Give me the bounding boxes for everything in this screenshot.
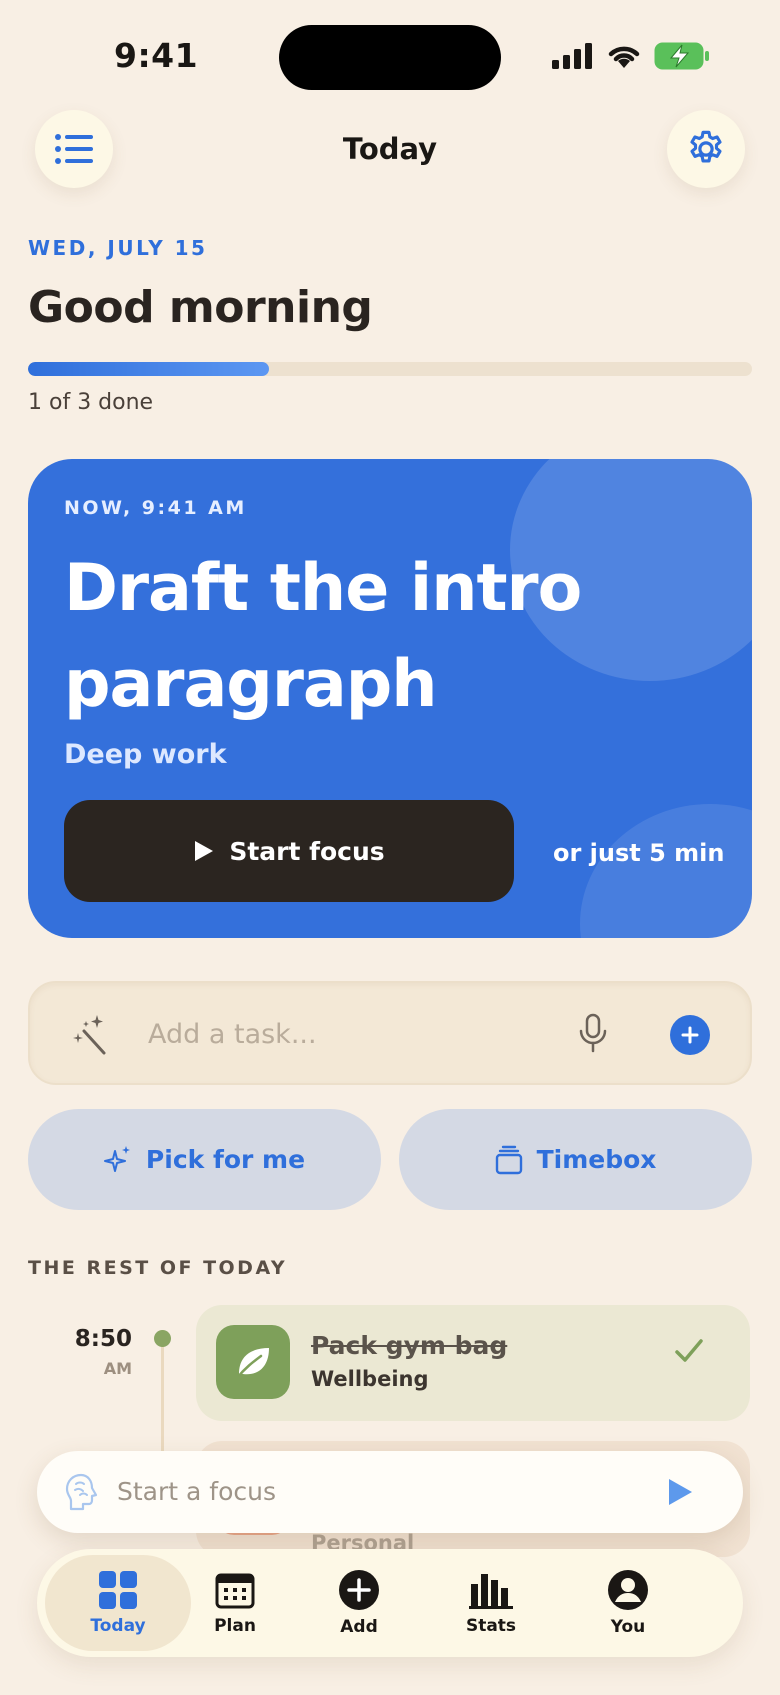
section-heading: THE REST OF TODAY: [28, 1257, 288, 1279]
battery-charging-icon: [654, 42, 709, 70]
bar-chart-icon: [469, 1574, 513, 1609]
start-focus-bar[interactable]: Start a focus: [37, 1451, 743, 1533]
tab-label: You: [610, 1617, 646, 1637]
current-task-category: Deep work: [64, 739, 227, 770]
pick-for-me-button[interactable]: Pick for me: [28, 1109, 381, 1210]
task-name: Pack gym bag: [311, 1331, 508, 1360]
brain-icon: [65, 1473, 98, 1511]
tab-label: Stats: [465, 1616, 517, 1636]
decorative-circle: [580, 804, 752, 938]
tab-stats[interactable]: Stats: [424, 1555, 558, 1651]
plus-icon: [681, 1026, 699, 1044]
task-ampm: AM: [103, 1359, 132, 1378]
tab-add[interactable]: Add: [292, 1555, 426, 1651]
play-icon: [195, 841, 214, 861]
tab-you[interactable]: You: [561, 1555, 695, 1651]
play-icon[interactable]: [665, 1476, 695, 1508]
task-card-completed[interactable]: Pack gym bag Wellbeing: [196, 1305, 750, 1421]
checkmark-icon[interactable]: [674, 1337, 704, 1365]
timeline-dot: [154, 1330, 171, 1347]
timebox-label: Timebox: [536, 1145, 657, 1174]
start-focus-button[interactable]: Start focus: [64, 800, 514, 902]
page-title: Today: [342, 132, 438, 166]
start-focus-text: Start a focus: [117, 1477, 276, 1506]
add-task-button[interactable]: [670, 1015, 710, 1055]
current-task-card[interactable]: NOW, 9:41 AM Draft the intro paragraph D…: [28, 459, 752, 938]
status-time: 9:41: [114, 36, 199, 75]
timebox-icon: [495, 1145, 522, 1174]
current-time-label: NOW, 9:41 AM: [64, 497, 247, 519]
five-minute-option-link[interactable]: or just 5 min: [553, 839, 724, 867]
settings-button[interactable]: [667, 110, 745, 188]
tab-label: Plan: [214, 1616, 256, 1636]
tab-label: Today: [90, 1616, 146, 1636]
pick-for-me-label: Pick for me: [145, 1145, 306, 1174]
progress-fill: [28, 362, 270, 376]
gear-icon: [690, 130, 722, 163]
status-icons: [552, 40, 710, 72]
signal-icon: [552, 43, 592, 69]
grid-icon: [99, 1571, 137, 1609]
timebox-button[interactable]: Timebox: [399, 1109, 752, 1210]
add-task-input[interactable]: [148, 1009, 528, 1059]
leaf-icon: [235, 1348, 269, 1380]
progress-text: 1 of 3 done: [28, 390, 154, 415]
current-task-title: Draft the intro paragraph: [64, 551, 582, 722]
plus-circle-icon: [339, 1570, 379, 1610]
task-category-tile: [216, 1325, 290, 1399]
magic-wand-icon[interactable]: [70, 1013, 110, 1057]
date-label: WED, JULY 15: [28, 236, 208, 260]
timeline-line: [161, 1340, 164, 1460]
sparkle-icon: [103, 1145, 130, 1172]
dynamic-island: [279, 25, 501, 90]
greeting: Good morning: [28, 282, 373, 333]
task-category: Wellbeing: [311, 1367, 429, 1391]
tab-label: Add: [340, 1617, 378, 1637]
tab-plan[interactable]: Plan: [168, 1555, 302, 1651]
start-focus-label: Start focus: [229, 836, 385, 866]
tab-bar: Today Plan Add Stats You: [37, 1549, 743, 1657]
add-task-bar: [28, 981, 752, 1085]
progress-bar: [28, 362, 752, 376]
wifi-icon: [608, 46, 640, 68]
user-icon: [608, 1570, 648, 1610]
calendar-icon: [215, 1573, 255, 1609]
microphone-icon[interactable]: [578, 1013, 608, 1053]
task-time: 8:50: [74, 1326, 132, 1352]
